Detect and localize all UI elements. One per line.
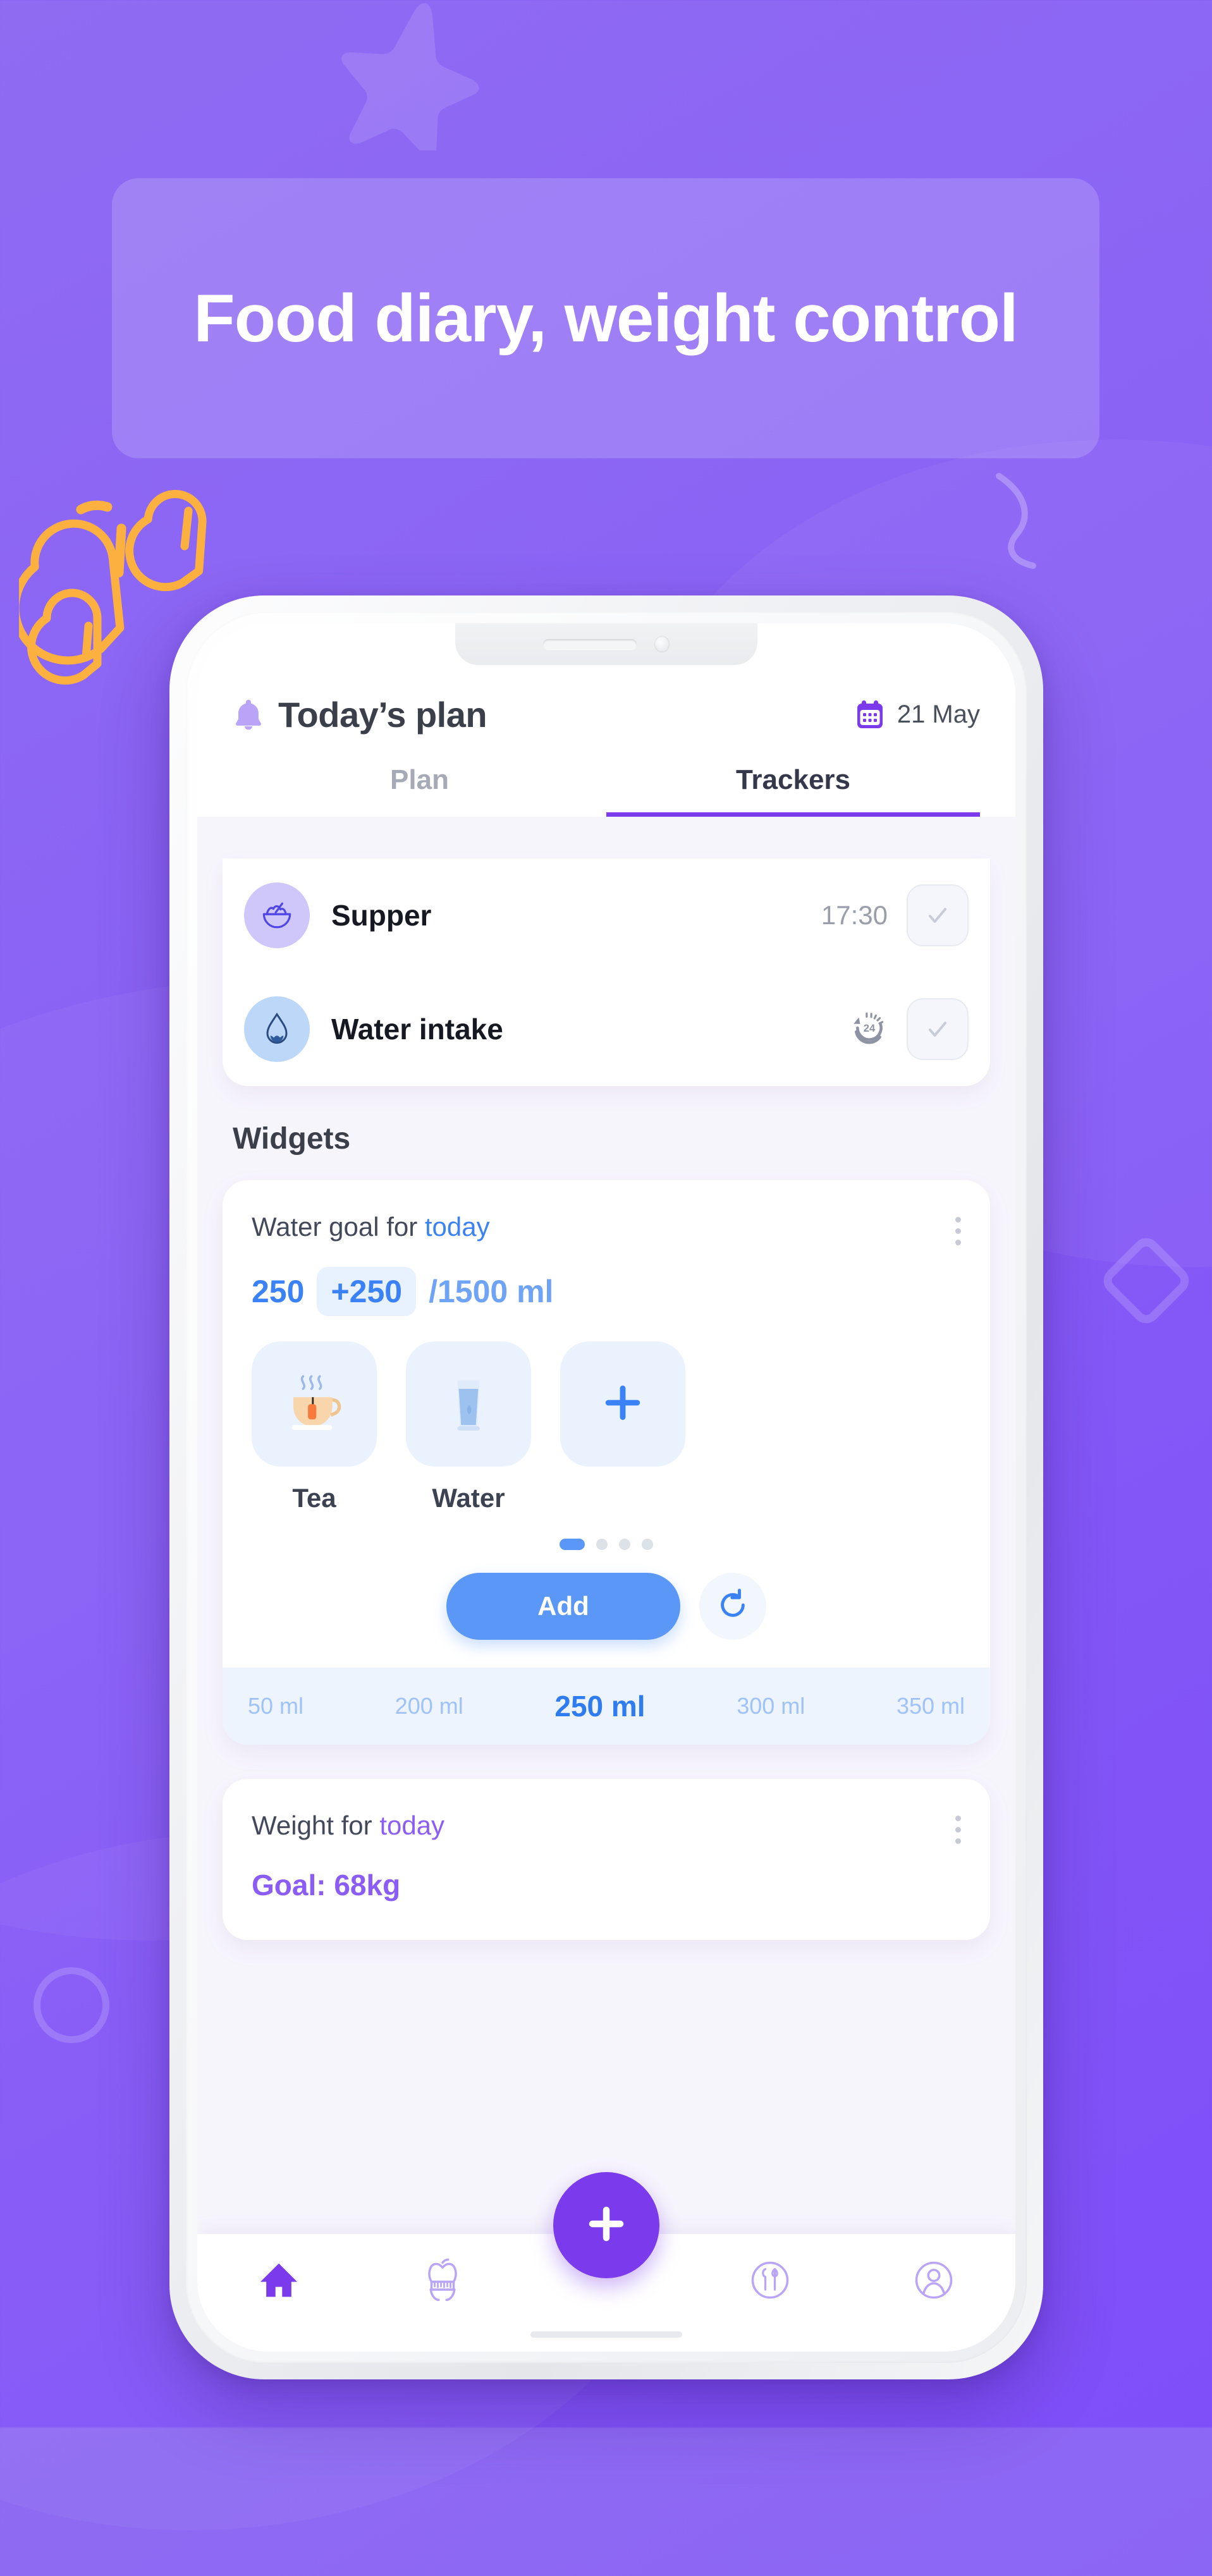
star-shape-icon [332, 0, 490, 159]
promo-headline-banner: Food diary, weight control [112, 178, 1099, 458]
header-row: Today’s plan 21 May [233, 694, 980, 735]
water-actions-row: Add [252, 1573, 961, 1668]
drink-option-tea[interactable]: Tea [252, 1341, 377, 1513]
bowl-icon [244, 882, 310, 948]
weight-widget-title-accent[interactable]: today [379, 1810, 444, 1840]
nav-item-measurements[interactable] [361, 2258, 525, 2328]
diamond-outline-shape-icon [1098, 1232, 1195, 1329]
tea-cup-icon [272, 1361, 356, 1448]
tab-trackers[interactable]: Trackers [606, 764, 980, 817]
tracker-label: Water intake [331, 1013, 503, 1046]
tracker-row-water-intake[interactable]: Water intake 24 [244, 972, 969, 1086]
weight-widget-body: Weight for today Goal: 68kg [223, 1779, 990, 1940]
drink-tile [560, 1341, 685, 1467]
plus-icon [582, 2199, 631, 2252]
promo-headline-text: Food diary, weight control [193, 280, 1019, 357]
drink-option-add[interactable] [560, 1341, 685, 1513]
carousel-pagination [252, 1539, 961, 1550]
tracker-row-supper[interactable]: Supper 17:30 [244, 858, 969, 972]
circle-outline-shape-icon [34, 1967, 109, 2043]
water-goal-widget: Water goal for today 250 +250 /1500 ml T… [223, 1180, 990, 1745]
tracker-check-button[interactable] [907, 884, 969, 946]
water-widget-body: Water goal for today 250 +250 /1500 ml T… [223, 1180, 990, 1668]
ml-scale-item-selected[interactable]: 250 ml [554, 1689, 645, 1723]
plus-icon [599, 1379, 647, 1430]
apple-measure-icon [420, 2258, 465, 2305]
phone-mockup: Today’s plan 21 May Plan Trackers Supper… [169, 595, 1043, 2379]
water-widget-title: Water goal for today [252, 1212, 490, 1242]
water-current-amount: 250 [252, 1274, 305, 1309]
page-title: Today’s plan [278, 695, 487, 735]
tab-bar: Plan Trackers [233, 764, 980, 817]
water-amount-row: 250 +250 /1500 ml [252, 1267, 961, 1316]
front-camera-icon [654, 636, 670, 652]
drink-tile [406, 1341, 531, 1467]
earpiece-speaker-icon [543, 639, 637, 649]
kebab-menu-icon[interactable] [955, 1810, 961, 1844]
tracker-list-card: Supper 17:30 Water intake 24 [223, 858, 990, 1086]
home-indicator [530, 2331, 682, 2338]
profile-icon [912, 2258, 956, 2305]
ml-scale-item[interactable]: 350 ml [897, 1693, 965, 1719]
ml-amount-scale[interactable]: 50 ml 200 ml 250 ml 300 ml 350 ml [223, 1668, 990, 1745]
phone-screen: Today’s plan 21 May Plan Trackers Supper… [197, 623, 1015, 2352]
tracker-time: 17:30 [821, 900, 888, 930]
nav-item-profile[interactable] [852, 2258, 1015, 2328]
widgets-section-title: Widgets [233, 1122, 351, 1156]
tracker-meta: 24 [851, 998, 969, 1060]
svg-text:24: 24 [864, 1022, 876, 1034]
screen-content: Supper 17:30 Water intake 24 Widgets Wat… [197, 858, 1015, 2352]
pagination-dot[interactable] [619, 1539, 630, 1550]
water-total-amount: /1500 ml [429, 1274, 554, 1309]
weight-widget-header: Weight for today [252, 1810, 961, 1844]
tab-plan[interactable]: Plan [233, 764, 606, 817]
water-widget-title-prefix: Water goal for [252, 1212, 425, 1242]
squiggle-shape-icon [994, 465, 1101, 578]
water-drop-icon [244, 996, 310, 1062]
tracker-check-button[interactable] [907, 998, 969, 1060]
drink-option-water[interactable]: Water [406, 1341, 531, 1513]
drink-tile [252, 1341, 377, 1467]
calendar-icon [855, 700, 885, 730]
water-widget-title-accent[interactable]: today [425, 1212, 490, 1242]
add-water-button[interactable]: Add [446, 1573, 680, 1640]
pagination-dot[interactable] [642, 1539, 653, 1550]
ml-scale-item[interactable]: 200 ml [395, 1693, 463, 1719]
reset-water-button[interactable] [699, 1573, 766, 1640]
pagination-dot[interactable] [596, 1539, 608, 1550]
tracker-meta: 17:30 [821, 884, 969, 946]
drink-label: Tea [292, 1483, 336, 1513]
water-widget-header: Water goal for today [252, 1212, 961, 1245]
date-selector[interactable]: 21 May [855, 700, 980, 730]
weight-goal-value: Goal: 68kg [252, 1869, 401, 1901]
plate-cutlery-icon [748, 2258, 792, 2305]
ml-scale-item[interactable]: 300 ml [737, 1693, 805, 1719]
drink-type-list: Tea Water [252, 1341, 961, 1513]
phone-bezel: Today’s plan 21 May Plan Trackers Supper… [186, 612, 1027, 2363]
water-delta-amount[interactable]: +250 [317, 1267, 417, 1316]
ml-scale-item[interactable]: 50 ml [248, 1693, 303, 1719]
weight-widget: Weight for today Goal: 68kg [223, 1779, 990, 1940]
weight-widget-title-prefix: Weight for [252, 1810, 380, 1840]
current-date-label: 21 May [897, 700, 980, 728]
tracker-label: Supper [331, 899, 432, 932]
kebab-menu-icon[interactable] [955, 1212, 961, 1245]
weight-widget-title: Weight for today [252, 1810, 444, 1841]
24h-repeat-icon: 24 [851, 1010, 888, 1049]
bell-icon[interactable] [233, 698, 264, 732]
drink-label: Water [432, 1483, 505, 1513]
refresh-icon [715, 1587, 750, 1626]
nav-item-meals[interactable] [688, 2258, 852, 2328]
water-glass-icon [427, 1361, 510, 1448]
phone-notch [455, 623, 757, 665]
nav-item-home[interactable] [197, 2257, 361, 2329]
home-icon [255, 2257, 302, 2307]
add-entry-fab[interactable] [553, 2172, 659, 2278]
pagination-dot[interactable] [560, 1539, 585, 1550]
